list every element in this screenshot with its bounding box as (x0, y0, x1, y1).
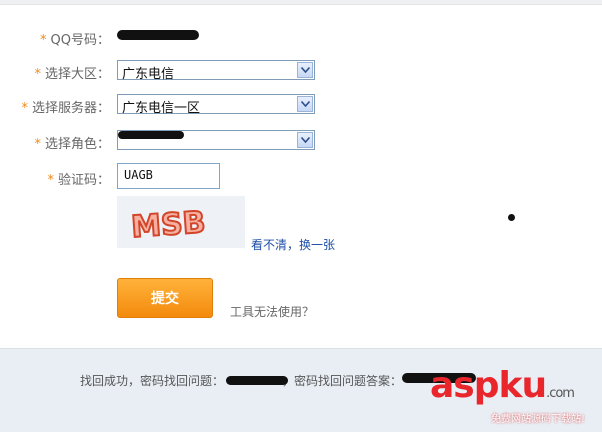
required-star: * (47, 173, 54, 188)
chevron-down-icon[interactable] (297, 62, 313, 78)
qq-row: * QQ号码： (0, 26, 602, 50)
region-label: * 选择大区： (0, 60, 110, 84)
captcha-row: * 验证码： (0, 166, 602, 190)
server-row: * 选择服务器： 广东电信一区 (0, 94, 602, 118)
refresh-captcha-link[interactable]: 看不清，换一张 (251, 236, 335, 253)
required-star: * (34, 137, 41, 152)
required-star: * (34, 67, 41, 82)
captcha-label-text: 验证码： (57, 173, 110, 188)
server-select-value: 广东电信一区 (122, 101, 201, 116)
required-star: * (40, 33, 47, 48)
redacted-qq-number (117, 30, 199, 40)
region-row: * 选择大区： 广东电信 (0, 60, 602, 84)
region-select[interactable]: 广东电信 (117, 60, 315, 82)
tool-unavailable-link[interactable]: 工具无法使用？ (230, 303, 314, 320)
captcha-label: * 验证码： (0, 166, 110, 190)
captcha-input[interactable]: UAGB (117, 163, 220, 189)
redacted-question (226, 376, 288, 385)
watermark-logo: aspku.com 免费网站源码下载站! (430, 365, 585, 426)
watermark-brand-a: asp (430, 365, 499, 406)
server-select[interactable]: 广东电信一区 (117, 94, 315, 116)
captcha-image: MSB (117, 196, 245, 248)
region-label-text: 选择大区： (44, 67, 110, 82)
watermark-subtitle: 免费网站源码下载站! (491, 414, 586, 425)
answer-text: ，密码找回问题答案： (282, 374, 403, 388)
region-select-value: 广东电信 (122, 67, 175, 82)
role-label-text: 选择角色： (44, 137, 110, 152)
watermark-domain: .com (546, 386, 575, 401)
role-row: * 选择角色： (0, 130, 602, 154)
stray-dot (508, 214, 515, 221)
captcha-image-text: MSB (130, 205, 207, 245)
qq-label-text: QQ号码： (50, 33, 110, 48)
success-text: 找回成功，密码找回问题： (80, 374, 225, 388)
chevron-down-icon[interactable] (297, 96, 313, 112)
role-select[interactable] (117, 130, 315, 150)
submit-button[interactable]: 提交 (117, 278, 213, 318)
watermark-brand-b: ku (498, 365, 548, 406)
server-label: * 选择服务器： (0, 94, 110, 118)
top-border (0, 0, 602, 5)
redacted-role-name (118, 131, 184, 139)
required-star: * (21, 101, 28, 116)
chevron-down-icon[interactable] (297, 132, 313, 148)
role-label: * 选择角色： (0, 130, 110, 154)
server-label-text: 选择服务器： (31, 101, 110, 116)
qq-label: * QQ号码： (0, 26, 110, 50)
